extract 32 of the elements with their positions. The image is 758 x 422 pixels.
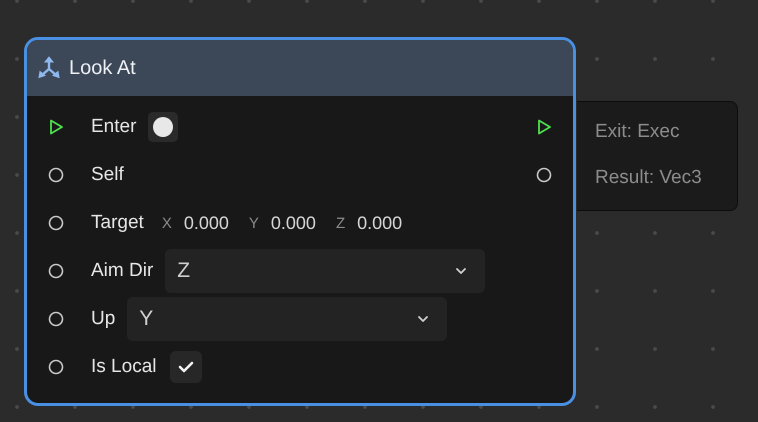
input-label: Self <box>91 164 124 186</box>
data-pin-icon[interactable] <box>48 215 64 231</box>
input-label: Is Local <box>91 356 156 378</box>
checkbox[interactable] <box>170 351 202 383</box>
trigger-button[interactable] <box>148 112 178 142</box>
axis-gizmo-icon <box>37 56 61 80</box>
input-label: Target <box>91 212 144 234</box>
dropdown[interactable]: Y <box>127 297 448 341</box>
exec-pin-icon[interactable] <box>48 119 64 135</box>
axis-label: Y <box>248 214 259 232</box>
node-card[interactable]: Look At Enter Self Target X 0.000 Y 0.000 Z 0.000 Aim Dir Z Up Y Is Local <box>24 37 576 406</box>
input-label: Up <box>91 308 116 330</box>
chevron-down-icon <box>417 315 430 323</box>
data-pin-icon[interactable] <box>48 263 64 279</box>
output-label: Result: Vec3 <box>595 166 703 190</box>
data-pin-icon[interactable] <box>48 167 64 183</box>
output-label: Exit: Exec <box>595 120 680 144</box>
data-pin-icon[interactable] <box>48 359 64 375</box>
exec-pin-icon[interactable] <box>536 119 552 135</box>
number-field[interactable]: 0.000 <box>270 212 316 234</box>
checkmark-icon <box>178 361 194 373</box>
input-label: Aim Dir <box>91 260 154 282</box>
data-pin-icon[interactable] <box>48 311 64 327</box>
axis-label: X <box>162 214 172 232</box>
number-field[interactable]: 0.000 <box>357 212 402 234</box>
number-field[interactable]: 0.000 <box>184 212 229 234</box>
input-label: Enter <box>91 116 136 138</box>
node-title: Look At <box>69 56 136 80</box>
axis-label: Z <box>336 214 346 232</box>
chevron-down-icon <box>455 267 468 275</box>
dropdown[interactable]: Z <box>165 249 486 293</box>
data-pin-icon[interactable] <box>536 167 552 183</box>
